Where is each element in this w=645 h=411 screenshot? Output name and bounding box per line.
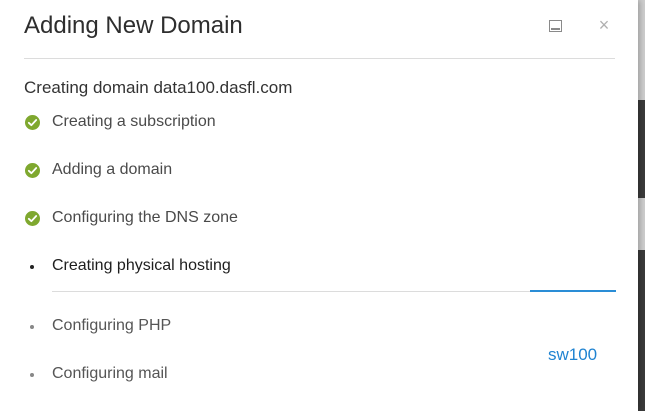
step-label: Configuring the DNS zone <box>52 209 238 226</box>
check-circle-icon <box>25 163 40 178</box>
step-label: Adding a domain <box>52 161 173 178</box>
step-configuring-mail: Configuring mail <box>24 363 524 387</box>
step-configuring-php: Configuring PHP <box>24 315 524 339</box>
server-link[interactable]: sw100 <box>548 345 597 365</box>
dialog-title: Adding New Domain <box>24 12 243 39</box>
bullet-icon <box>30 373 34 377</box>
step-label: Configuring mail <box>52 365 168 382</box>
step-creating-hosting: Creating physical hosting <box>24 255 524 279</box>
step-configuring-dns: Configuring the DNS zone <box>24 207 524 231</box>
bullet-icon <box>30 265 34 269</box>
step-label: Creating a subscription <box>52 113 216 130</box>
minimize-icon[interactable] <box>547 18 565 36</box>
step-label: Configuring PHP <box>52 317 172 334</box>
close-icon[interactable]: × <box>594 14 614 36</box>
adding-domain-dialog: Adding New Domain × Creating domain data… <box>0 0 638 411</box>
step-adding-domain: Adding a domain <box>24 159 524 183</box>
check-circle-icon <box>25 115 40 130</box>
step-progress-indicator <box>530 290 616 292</box>
step-creating-subscription: Creating a subscription <box>24 111 524 135</box>
step-label: Creating physical hosting <box>52 257 231 274</box>
dialog-subtitle: Creating domain data100.dasfl.com <box>24 78 293 97</box>
background-window-edge <box>638 0 645 411</box>
bullet-icon <box>30 325 34 329</box>
header-divider <box>24 58 615 59</box>
check-circle-icon <box>25 211 40 226</box>
